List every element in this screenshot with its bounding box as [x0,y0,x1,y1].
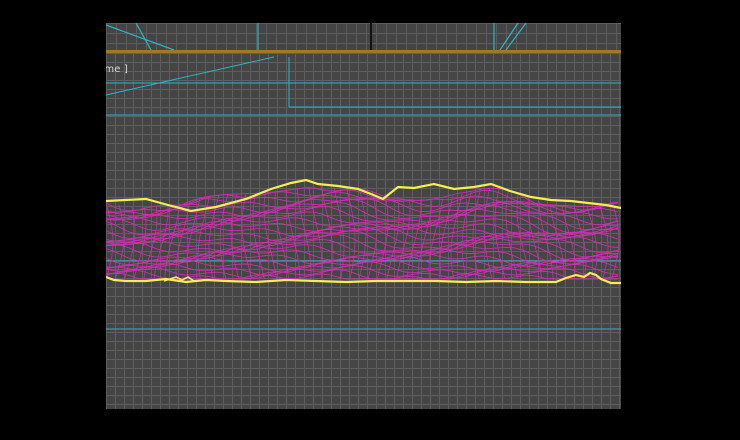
perspective-viewport[interactable]: ame ] [106,53,621,409]
mesh-column-line [472,188,481,280]
viewport-label[interactable]: ame ] [106,64,128,75]
mesh-column-line [164,203,180,280]
top-viewport[interactable] [106,23,621,50]
mesh-row-line [106,201,619,231]
terrain-mesh-icon[interactable] [106,185,620,280]
mesh-column-line [376,193,389,280]
guide-diagonal-left [106,24,175,50]
mesh-column-line [241,193,253,280]
guide-diagonal [106,56,275,96]
mesh-column-line [461,190,472,280]
viewport-screen: ame ] [0,0,740,440]
top-viewport-guides [106,23,527,50]
mesh-column-line [285,189,301,280]
scene-canvas[interactable] [106,53,621,409]
mesh-column-line [573,206,587,280]
mesh-column-line [367,191,378,280]
mesh-column-line [599,204,609,280]
